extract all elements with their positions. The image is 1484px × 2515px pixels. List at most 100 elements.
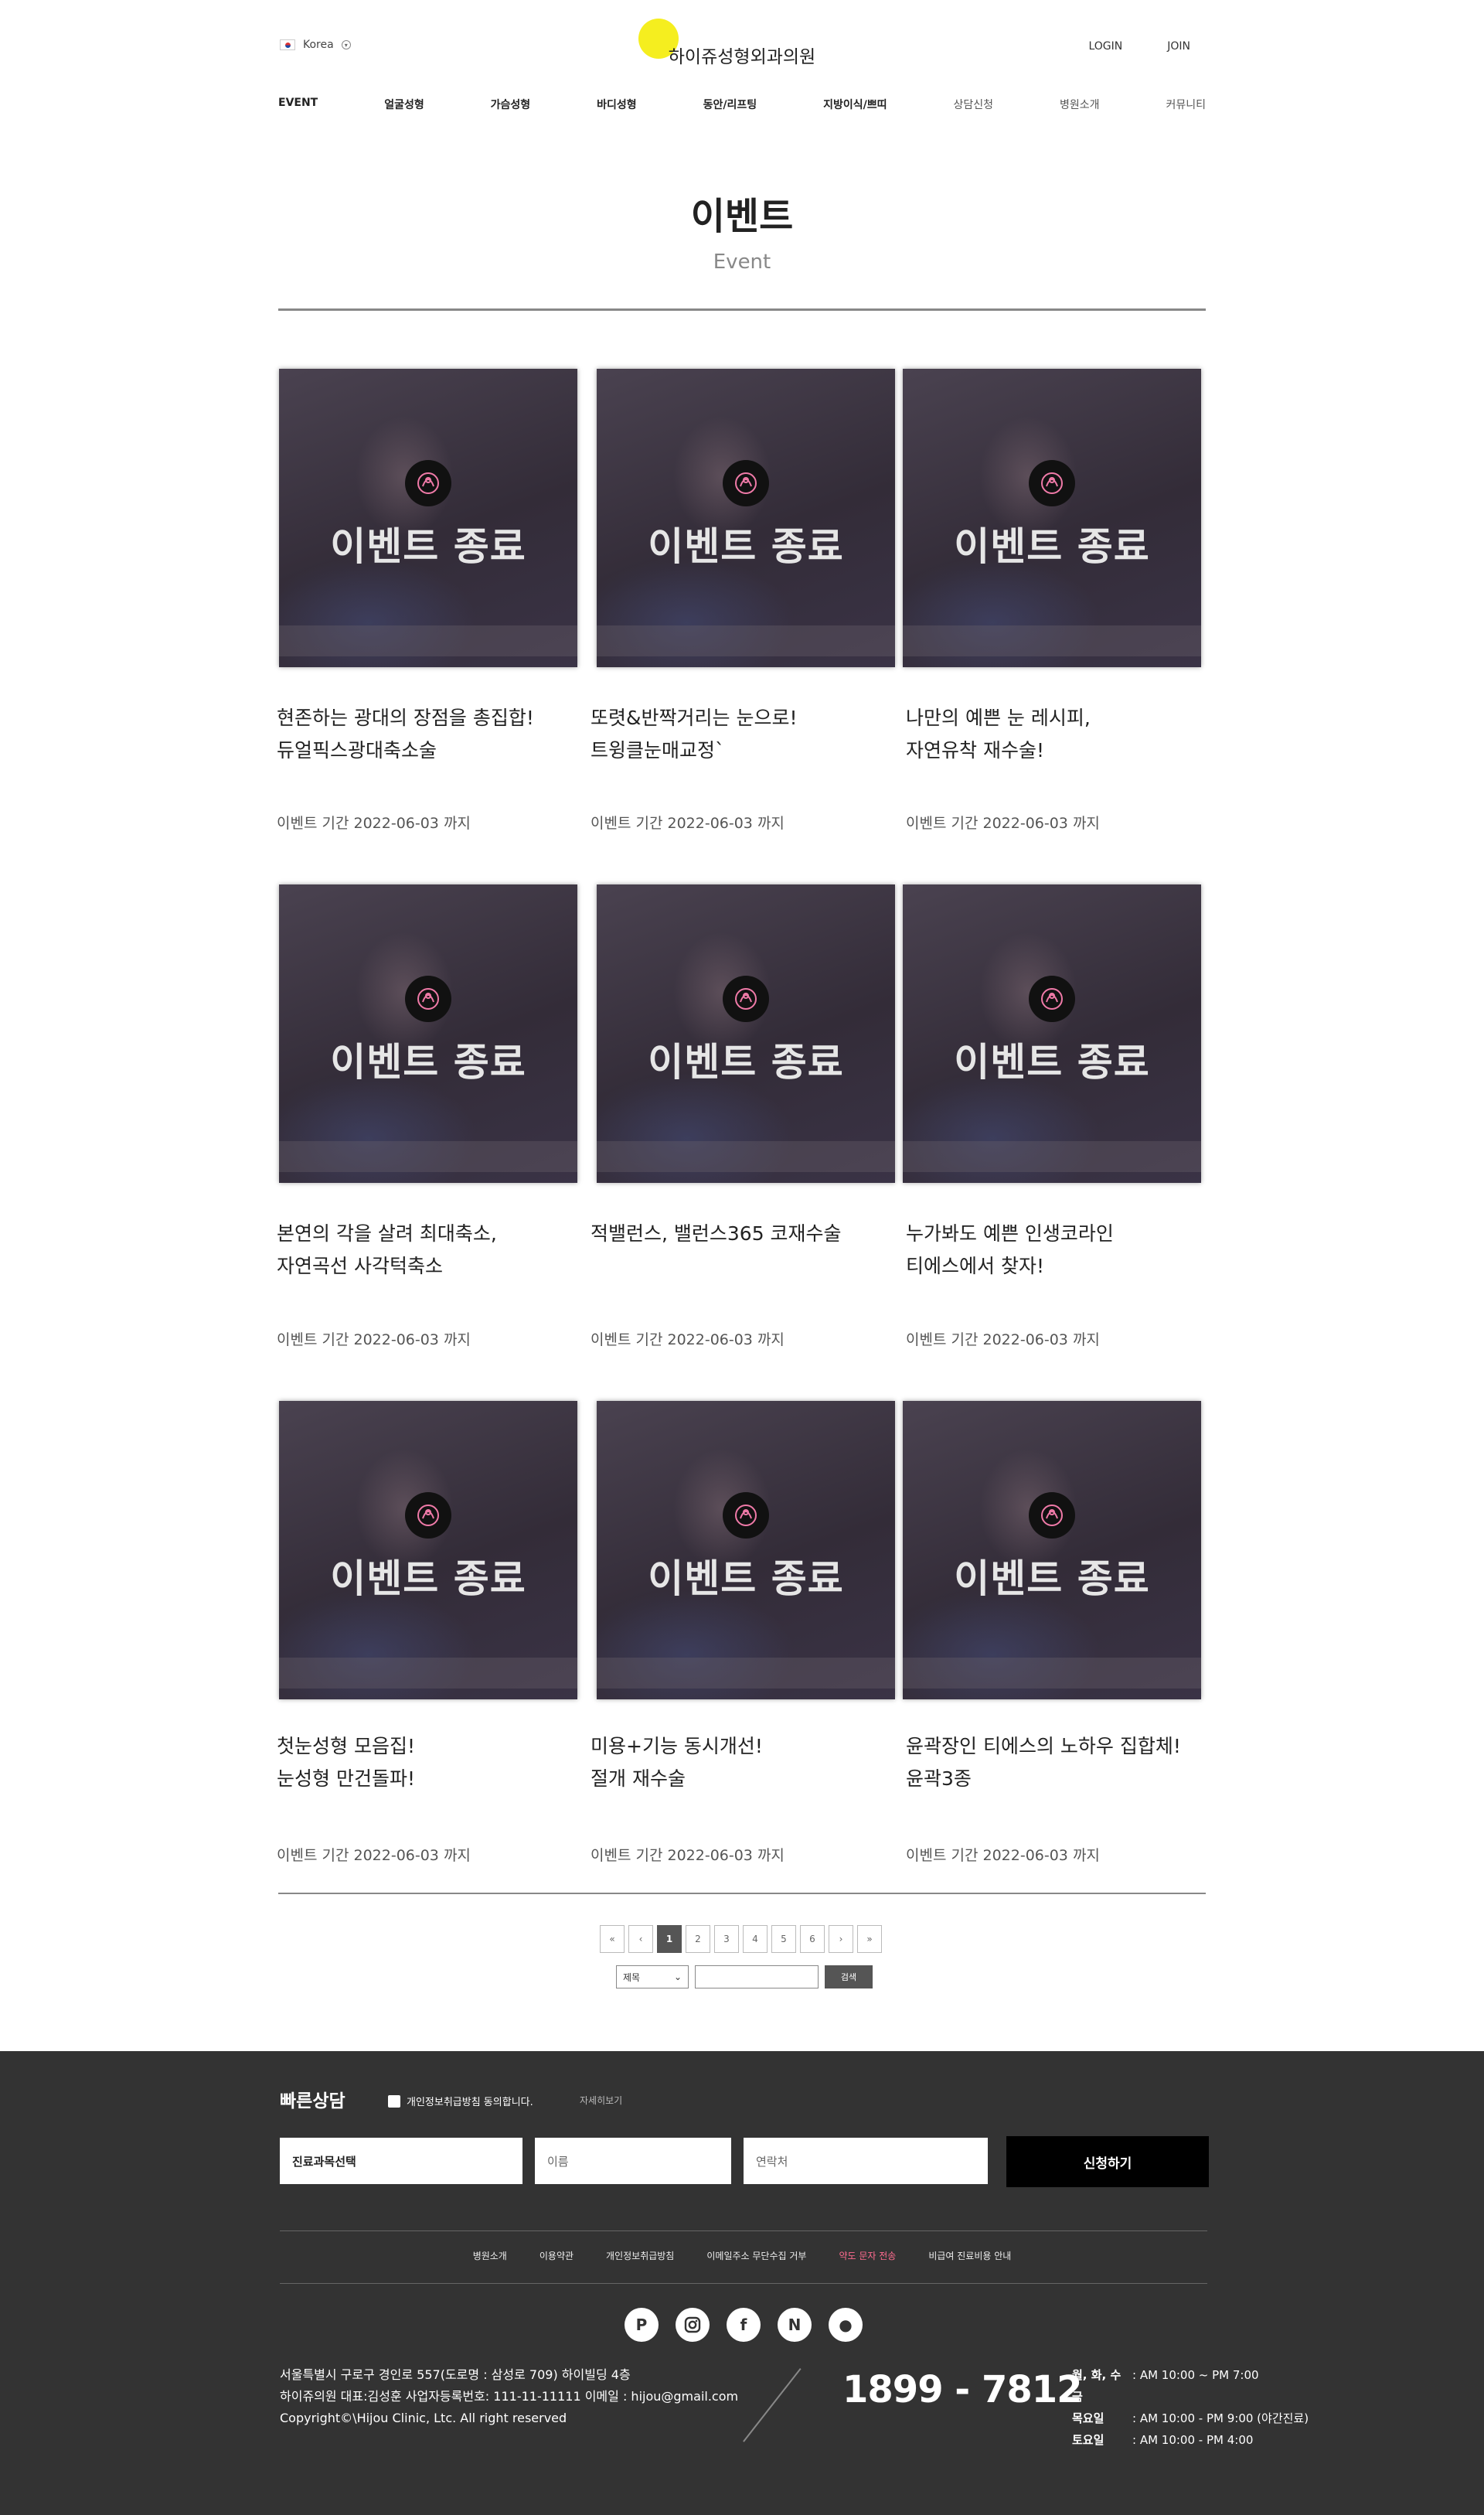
nav-item-event[interactable]: EVENT <box>278 97 318 112</box>
site-logo[interactable]: 하이쥬성형외과의원 <box>642 42 842 68</box>
join-link[interactable]: JOIN <box>1167 40 1190 53</box>
page-button-1[interactable]: 1 <box>657 1925 682 1953</box>
event-title[interactable]: 적밸런스, 밸런스365 코재수술 <box>591 1218 900 1250</box>
footer-divider-bottom <box>280 2283 1207 2284</box>
phone-field[interactable]: 연락처 <box>744 2138 988 2184</box>
event-title-line-2: 트윙클눈매교정` <box>591 739 725 762</box>
korea-flag-icon <box>280 39 295 50</box>
search-field-select[interactable]: 제목 ⌄ <box>616 1965 689 1988</box>
event-title-line-1: 적밸런스, 밸런스365 코재수술 <box>591 1222 842 1245</box>
nav-item-about[interactable]: 병원소개 <box>1060 97 1100 112</box>
event-ended-label: 이벤트 종료 <box>648 524 844 569</box>
name-field[interactable]: 이름 <box>535 2138 731 2184</box>
blog-icon[interactable]: ● <box>829 2308 863 2342</box>
event-period: 이벤트 기간 2022-06-03 까지 <box>277 815 471 832</box>
footer-link-map-sms[interactable]: 약도 문자 전송 <box>839 2249 896 2262</box>
naver-icon[interactable]: N <box>778 2308 812 2342</box>
event-title-line-1: 또렷&반짝거리는 눈으로! <box>591 707 798 729</box>
event-thumbnail[interactable]: 이벤트 종료 <box>597 369 895 667</box>
event-thumbnail[interactable]: 이벤트 종료 <box>903 884 1201 1183</box>
login-link[interactable]: LOGIN <box>1088 40 1122 53</box>
nav-item-face[interactable]: 얼굴성형 <box>384 97 424 112</box>
page-button-3[interactable]: 3 <box>714 1925 739 1953</box>
search-button[interactable]: 검색 <box>825 1965 873 1988</box>
event-thumbnail[interactable]: 이벤트 종료 <box>597 1401 895 1699</box>
event-thumbnail[interactable]: 이벤트 종료 <box>279 884 577 1183</box>
event-title-line-2: 티에스에서 찾자! <box>906 1255 1044 1277</box>
search-input[interactable] <box>695 1965 819 1988</box>
nav-item-consult[interactable]: 상담신청 <box>953 97 993 112</box>
event-title-line-2: 절개 재수술 <box>591 1767 686 1790</box>
privacy-agree[interactable]: 개인정보취급방침 동의합니다. <box>388 2094 533 2108</box>
footer-links: 병원소개 이용약관 개인정보취급방침 이메일주소 무단수집 거부 약도 문자 전… <box>0 2249 1484 2262</box>
hours-day: 토요일 <box>1072 2433 1104 2447</box>
event-title-line-2: 눈성형 만건돌파! <box>277 1767 415 1790</box>
footer-link-nonpay[interactable]: 비급여 진료비용 안내 <box>928 2249 1011 2262</box>
event-title-line-2: 자연유착 재수술! <box>906 739 1044 762</box>
hours-row: 월, 화, 수 금: AM 10:00 ~ PM 7:00 <box>1072 2364 1309 2408</box>
first-page-button[interactable]: « <box>600 1925 625 1953</box>
next-page-button[interactable]: › <box>829 1925 853 1953</box>
page-button-2[interactable]: 2 <box>686 1925 710 1953</box>
company-info: 서울특별시 구로구 경인로 557(도로명 : 삼성로 709) 하이빌딩 4층… <box>280 2364 738 2429</box>
event-title[interactable]: 현존하는 광대의 장점을 총집합! 듀얼픽스광대축소술 <box>277 702 586 767</box>
event-title[interactable]: 윤곽장인 티에스의 노하우 집합체! 윤곽3종 <box>906 1730 1215 1795</box>
copyright-text: Copyright©\Hijou Clinic, Ltc. All right … <box>280 2411 567 2425</box>
event-title[interactable]: 본연의 각을 살려 최대축소, 자연곡선 사각턱축소 <box>277 1218 586 1283</box>
clinic-badge-icon <box>1029 976 1075 1022</box>
language-selector[interactable]: Korea ▾ <box>280 39 351 51</box>
subject-select[interactable]: 진료과목선택 <box>280 2138 522 2184</box>
site-header: Korea ▾ 하이쥬성형외과의원 LOGIN JOIN EVENT 얼굴성형 … <box>0 0 1484 131</box>
footer-link-terms[interactable]: 이용약관 <box>539 2249 574 2262</box>
event-title-line-2: 윤곽3종 <box>906 1767 972 1790</box>
p-logo-icon[interactable]: P <box>625 2308 659 2342</box>
last-page-button[interactable]: » <box>857 1925 882 1953</box>
event-thumbnail[interactable]: 이벤트 종료 <box>279 369 577 667</box>
nav-item-body[interactable]: 바디성형 <box>597 97 637 112</box>
hours-time: : AM 10:00 - PM 9:00 (야간진료) <box>1132 2411 1309 2425</box>
apply-button[interactable]: 신청하기 <box>1006 2136 1209 2187</box>
event-title-line-1: 나만의 예쁜 눈 레시피, <box>906 707 1091 729</box>
privacy-checkbox[interactable] <box>388 2094 400 2108</box>
event-title[interactable]: 누가봐도 예쁜 인생코라인 티에스에서 찾자! <box>906 1218 1215 1283</box>
footer-link-email-refuse[interactable]: 이메일주소 무단수집 거부 <box>706 2249 806 2262</box>
hours-row: 목요일: AM 10:00 - PM 9:00 (야간진료) <box>1072 2408 1309 2429</box>
page-button-4[interactable]: 4 <box>743 1925 768 1953</box>
event-title-line-1: 첫눈성형 모음집! <box>277 1735 415 1757</box>
hours-row: 토요일: AM 10:00 - PM 4:00 <box>1072 2429 1309 2451</box>
nav-item-fat-graft[interactable]: 지방이식/쁘띠 <box>823 97 887 112</box>
footer-link-about[interactable]: 병원소개 <box>473 2249 507 2262</box>
search-field-value: 제목 <box>623 1971 641 1983</box>
address-text: 서울특별시 구로구 경인로 557(도로명 : 삼성로 709) 하이빌딩 4층 <box>280 2367 631 2382</box>
event-thumbnail[interactable]: 이벤트 종료 <box>597 884 895 1183</box>
nav-item-lifting[interactable]: 동안/리프팅 <box>703 97 757 112</box>
facebook-icon[interactable]: f <box>727 2308 761 2342</box>
footer-divider-top <box>280 2230 1207 2231</box>
auth-links: LOGIN JOIN <box>1088 40 1190 53</box>
event-thumbnail[interactable]: 이벤트 종료 <box>903 1401 1201 1699</box>
page-button-6[interactable]: 6 <box>800 1925 825 1953</box>
event-thumbnail[interactable]: 이벤트 종료 <box>279 1401 577 1699</box>
chevron-down-icon: ⌄ <box>673 1971 682 1982</box>
nav-item-community[interactable]: 커뮤니티 <box>1166 97 1206 112</box>
event-title[interactable]: 나만의 예쁜 눈 레시피, 자연유착 재수술! <box>906 702 1215 767</box>
event-ended-label: 이벤트 종료 <box>954 1040 1150 1085</box>
title-divider <box>278 308 1206 311</box>
event-title[interactable]: 또렷&반짝거리는 눈으로! 트윙클눈매교정` <box>591 702 900 767</box>
business-hours: 월, 화, 수 금: AM 10:00 ~ PM 7:00 목요일: AM 10… <box>1072 2364 1309 2451</box>
footer-link-privacy[interactable]: 개인정보취급방침 <box>606 2249 674 2262</box>
divider-slash <box>743 2368 802 2442</box>
event-period: 이벤트 기간 2022-06-03 까지 <box>906 1331 1100 1348</box>
privacy-detail-link[interactable]: 자세히보기 <box>580 2094 622 2107</box>
event-title[interactable]: 미용+기능 동시개선! 절개 재수술 <box>591 1730 900 1795</box>
event-title[interactable]: 첫눈성형 모음집! 눈성형 만건돌파! <box>277 1730 586 1795</box>
prev-page-button[interactable]: ‹ <box>628 1925 653 1953</box>
page-subtitle: Event <box>713 250 771 274</box>
page-title: 이벤트 <box>690 195 794 238</box>
nav-item-breast[interactable]: 가슴성형 <box>491 97 531 112</box>
instagram-icon[interactable] <box>676 2308 710 2342</box>
privacy-agree-label: 개인정보취급방침 동의합니다. <box>407 2097 533 2108</box>
event-thumbnail[interactable]: 이벤트 종료 <box>903 369 1201 667</box>
clinic-badge-icon <box>405 976 451 1022</box>
page-button-5[interactable]: 5 <box>771 1925 796 1953</box>
